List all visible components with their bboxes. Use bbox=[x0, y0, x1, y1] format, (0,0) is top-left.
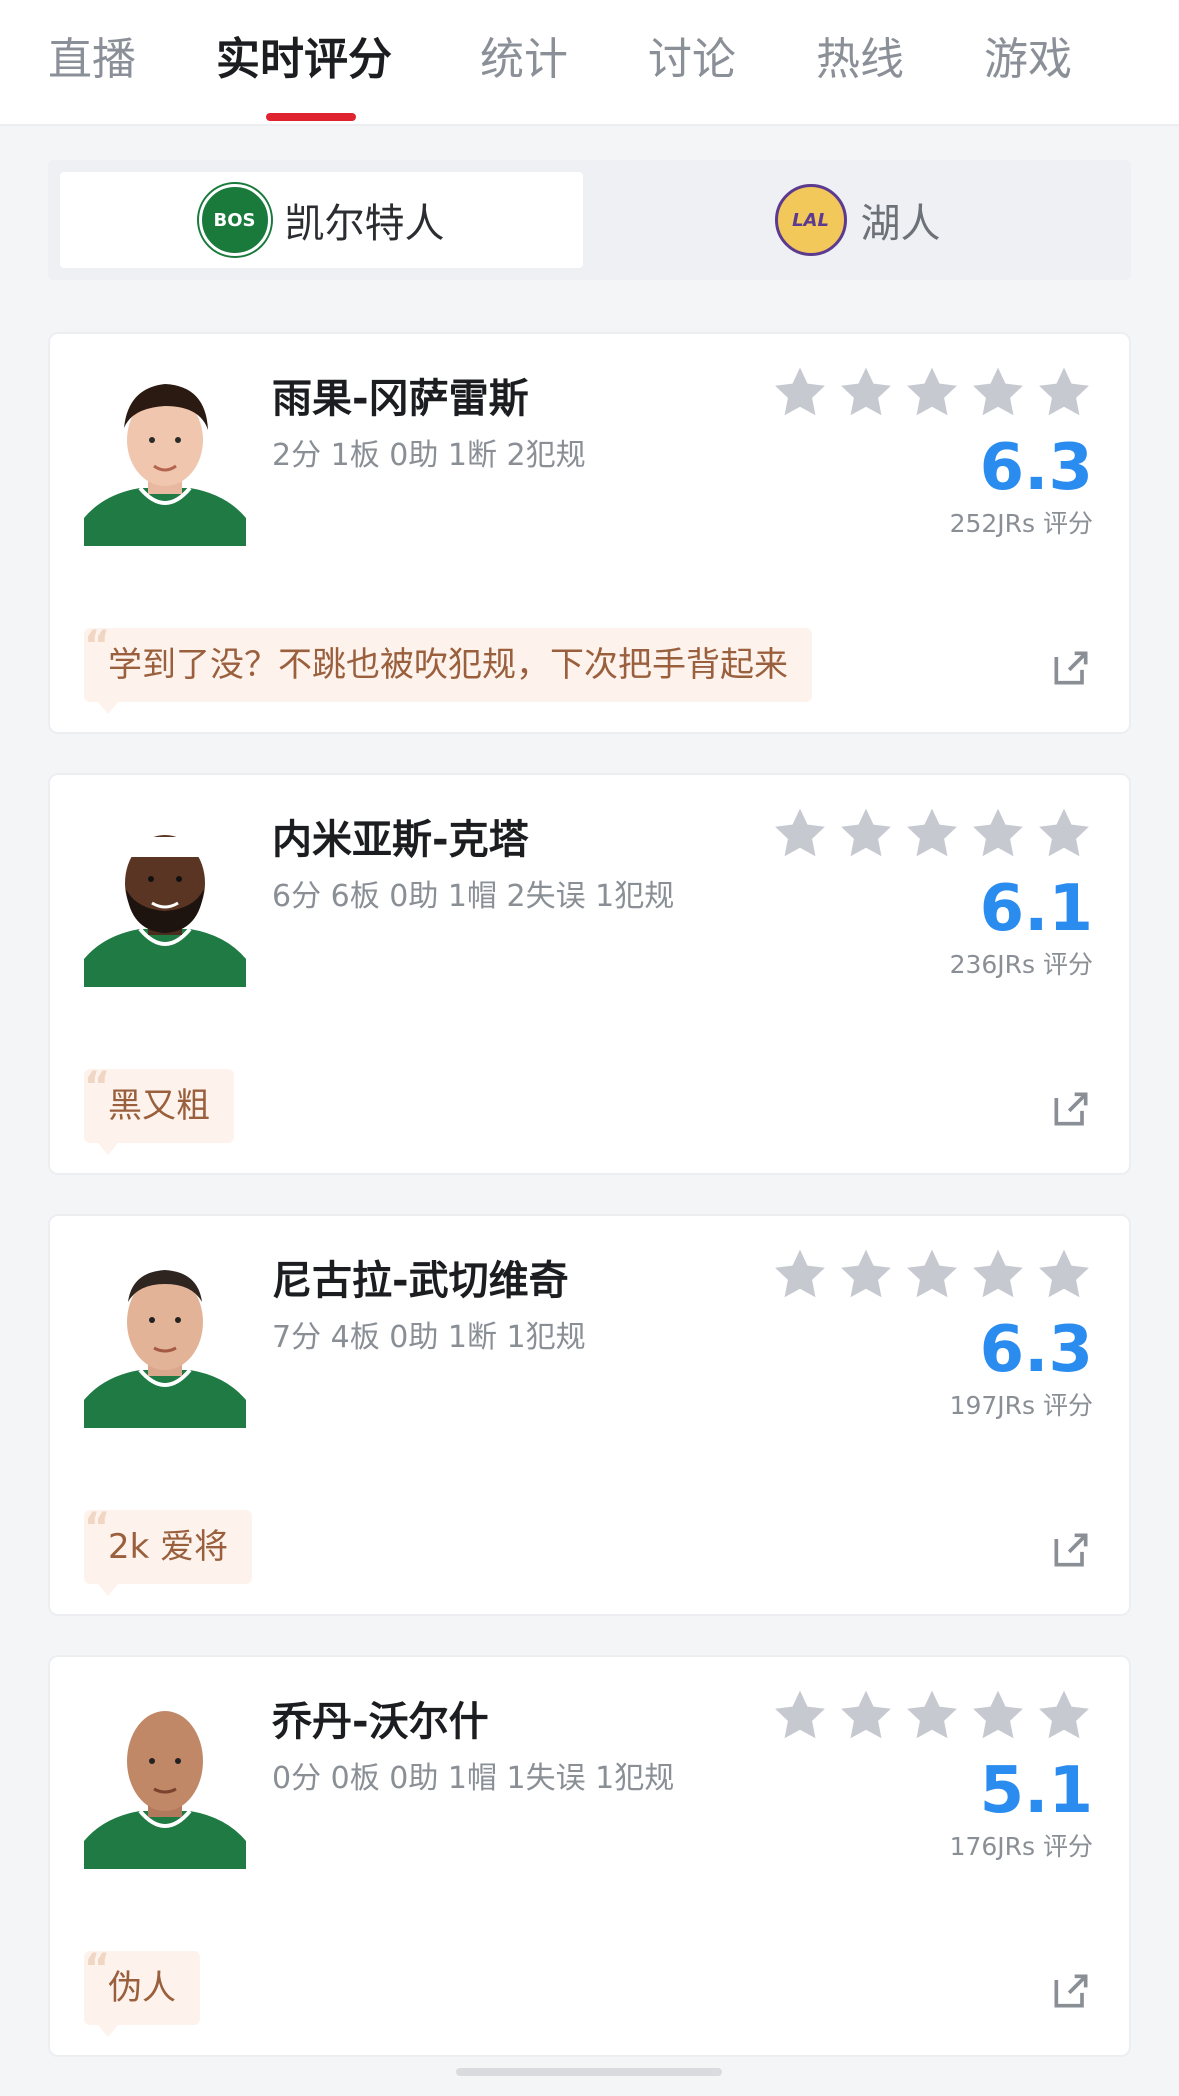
team-name-home: 凯尔特人 bbox=[284, 201, 445, 247]
rating-stars[interactable] bbox=[771, 1687, 1093, 1745]
star-icon[interactable] bbox=[903, 1687, 961, 1745]
rating-stars[interactable] bbox=[771, 364, 1093, 422]
active-tab-indicator bbox=[266, 113, 356, 121]
team-tab-celtics[interactable]: BOS 凯尔特人 bbox=[60, 172, 583, 268]
top-comment[interactable]: “ 伪人 bbox=[84, 1946, 200, 2037]
star-icon[interactable] bbox=[1035, 1687, 1093, 1745]
rating-stars[interactable] bbox=[771, 805, 1093, 863]
celtics-logo-icon: BOS bbox=[198, 184, 271, 256]
team-tab-lakers[interactable]: LAL 湖人 bbox=[596, 172, 1119, 268]
top-comment-text: 2k 爱将 bbox=[108, 1527, 229, 1567]
quote-icon: “ bbox=[84, 1946, 111, 1992]
share-icon[interactable] bbox=[1049, 1528, 1093, 1572]
star-icon[interactable] bbox=[1035, 1246, 1093, 1304]
star-icon[interactable] bbox=[969, 1687, 1027, 1745]
vote-count: 176JRs 评分 bbox=[949, 1832, 1093, 1861]
quote-tail bbox=[98, 702, 118, 714]
top-tab-bar: 直播 实时评分 统计 讨论 热线 游戏 bbox=[0, 0, 1179, 126]
vote-count: 252JRs 评分 bbox=[949, 509, 1093, 538]
player-score: 5.1 bbox=[979, 1754, 1093, 1828]
player-avatar[interactable] bbox=[84, 1691, 246, 1869]
share-icon[interactable] bbox=[1049, 646, 1093, 690]
team-name-away: 湖人 bbox=[860, 201, 941, 247]
vote-count: 236JRs 评分 bbox=[949, 950, 1093, 979]
home-indicator bbox=[456, 2068, 722, 2076]
star-icon[interactable] bbox=[903, 805, 961, 863]
star-icon[interactable] bbox=[771, 364, 829, 422]
player-card[interactable]: 乔丹-沃尔什 0分 0板 0助 1帽 1失误 1犯规 5.1 176JRs 评分… bbox=[48, 1655, 1131, 2057]
top-comment[interactable]: “ 2k 爱将 bbox=[84, 1505, 253, 1596]
star-icon[interactable] bbox=[771, 805, 829, 863]
player-card[interactable]: 雨果-冈萨雷斯 2分 1板 0助 1断 2犯规 6.3 252JRs 评分 “ … bbox=[48, 332, 1131, 734]
star-icon[interactable] bbox=[969, 364, 1027, 422]
tab-stats[interactable]: 统计 bbox=[480, 30, 568, 90]
player-avatar[interactable] bbox=[84, 1250, 246, 1428]
quote-icon: “ bbox=[84, 1505, 111, 1551]
quote-icon: “ bbox=[84, 623, 111, 669]
lakers-logo-icon: LAL bbox=[774, 184, 847, 256]
star-icon[interactable] bbox=[903, 1246, 961, 1304]
tab-discussion[interactable]: 讨论 bbox=[648, 30, 736, 90]
player-score: 6.3 bbox=[979, 1313, 1093, 1387]
player-name[interactable]: 尼古拉-武切维奇 bbox=[272, 1252, 569, 1310]
player-card[interactable]: 尼古拉-武切维奇 7分 4板 0助 1断 1犯规 6.3 197JRs 评分 “… bbox=[48, 1214, 1131, 1616]
player-stat-line: 6分 6板 0助 1帽 2失误 1犯规 bbox=[272, 879, 675, 914]
player-name[interactable]: 雨果-冈萨雷斯 bbox=[272, 370, 529, 428]
rating-stars[interactable] bbox=[771, 1246, 1093, 1304]
star-icon[interactable] bbox=[969, 1246, 1027, 1304]
quote-tail bbox=[98, 1143, 118, 1155]
quote-icon: “ bbox=[84, 1064, 111, 1110]
star-icon[interactable] bbox=[837, 805, 895, 863]
player-avatar[interactable] bbox=[84, 809, 246, 987]
star-icon[interactable] bbox=[837, 1246, 895, 1304]
tab-games[interactable]: 游戏 bbox=[984, 30, 1072, 90]
share-icon[interactable] bbox=[1049, 1087, 1093, 1131]
team-switcher: BOS 凯尔特人 LAL 湖人 bbox=[48, 160, 1131, 280]
star-icon[interactable] bbox=[837, 364, 895, 422]
top-comment-text: 学到了没？不跳也被吹犯规，下次把手背起来 bbox=[108, 645, 788, 685]
star-icon[interactable] bbox=[1035, 364, 1093, 422]
top-comment[interactable]: “ 黑又粗 bbox=[84, 1064, 234, 1155]
star-icon[interactable] bbox=[771, 1246, 829, 1304]
tab-live-rating[interactable]: 实时评分 bbox=[216, 30, 392, 90]
player-stat-line: 0分 0板 0助 1帽 1失误 1犯规 bbox=[272, 1761, 675, 1796]
share-icon[interactable] bbox=[1049, 1969, 1093, 2013]
tab-live[interactable]: 直播 bbox=[48, 30, 136, 90]
star-icon[interactable] bbox=[771, 1687, 829, 1745]
tab-hotline[interactable]: 热线 bbox=[816, 30, 904, 90]
rating-page: 直播 实时评分 统计 讨论 热线 游戏 BOS 凯尔特人 LAL 湖人 雨果-冈… bbox=[0, 0, 1179, 2096]
quote-tail bbox=[98, 1584, 118, 1596]
player-stat-line: 2分 1板 0助 1断 2犯规 bbox=[272, 438, 586, 473]
star-icon[interactable] bbox=[903, 364, 961, 422]
player-stat-line: 7分 4板 0助 1断 1犯规 bbox=[272, 1320, 586, 1355]
quote-tail bbox=[98, 2025, 118, 2037]
player-avatar[interactable] bbox=[84, 368, 246, 546]
star-icon[interactable] bbox=[1035, 805, 1093, 863]
star-icon[interactable] bbox=[837, 1687, 895, 1745]
player-score: 6.1 bbox=[979, 872, 1093, 946]
star-icon[interactable] bbox=[969, 805, 1027, 863]
vote-count: 197JRs 评分 bbox=[949, 1391, 1093, 1420]
player-score: 6.3 bbox=[979, 431, 1093, 505]
player-name[interactable]: 乔丹-沃尔什 bbox=[272, 1693, 489, 1751]
top-comment-text: 黑又粗 bbox=[108, 1086, 210, 1126]
top-comment-text: 伪人 bbox=[108, 1968, 176, 2008]
player-card[interactable]: 内米亚斯-克塔 6分 6板 0助 1帽 2失误 1犯规 6.1 236JRs 评… bbox=[48, 773, 1131, 1175]
player-name[interactable]: 内米亚斯-克塔 bbox=[272, 811, 529, 869]
top-comment[interactable]: “ 学到了没？不跳也被吹犯规，下次把手背起来 bbox=[84, 623, 812, 714]
